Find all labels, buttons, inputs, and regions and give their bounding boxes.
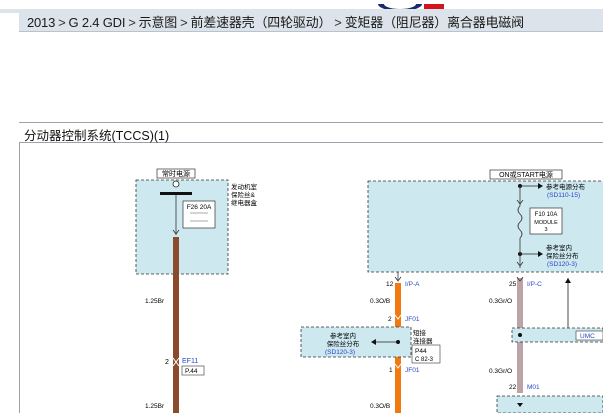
left-box-side-label-2: 保险丝& <box>231 190 256 199</box>
mid-side-label-1: 短接 <box>413 328 427 337</box>
left-box-header: 常时电源 <box>162 169 190 178</box>
right-ref2-line2: 保险丝分布 <box>546 251 579 260</box>
terminal-circle <box>172 180 180 188</box>
mid-ref-line1: 参考室内 <box>330 331 356 340</box>
right-ref1-link[interactable]: (SD110-15) <box>547 192 580 199</box>
mid-wire-label-top[interactable]: I/P-A <box>405 281 420 288</box>
left-wire-connector[interactable]: EF11 <box>182 358 198 365</box>
mid-wire-pin-low: 1 <box>389 367 393 374</box>
right-ref2-link[interactable]: (SD120-3) <box>547 261 577 268</box>
right-wire-gauge-top: 0.3Gr/O <box>489 298 512 305</box>
m01-box <box>496 395 603 413</box>
right-wire-pin-bottom: 22 <box>509 384 517 391</box>
mid-wire-pin-mid: 2 <box>388 316 392 323</box>
left-wire-gauge-bottom: 1.25Br <box>145 403 165 410</box>
right-wire-label-top[interactable]: I/P-C <box>527 281 542 288</box>
right-wire-pin-top: 25 <box>509 281 517 288</box>
wiring-diagram: 常时电源 F26 20A 发动机室 保险丝& 继电器盒 1.25Br 1.25B… <box>135 168 603 413</box>
wire-brown <box>173 237 179 413</box>
mid-code-1: P44 <box>415 348 427 355</box>
right-ref1-line1: 参考电源分布 <box>546 182 586 191</box>
right-ref2-line1: 参考室内 <box>546 243 572 252</box>
left-wire-pin: 2 <box>165 359 169 366</box>
right-box-header: ON或START电源 <box>499 170 553 179</box>
bus-bar <box>160 192 192 195</box>
mid-wire-label-low[interactable]: JF01 <box>405 367 420 374</box>
mid-wire-pin-top: 12 <box>386 281 394 288</box>
mid-side-label-2: 连接器 <box>413 336 433 345</box>
mid-wire-label-mid[interactable]: JF01 <box>405 316 420 323</box>
mid-wire-gauge-top: 0.3O/B <box>370 298 390 305</box>
fuse-f26-label: F26 20A <box>187 204 212 211</box>
right-wire-label-bottom[interactable]: M01 <box>527 384 540 391</box>
mid-wire-gauge-bottom: 0.3O/B <box>370 403 390 410</box>
fuse-f10-label-2: MODULE <box>534 220 558 226</box>
fuse-f10-label-1: F10 10A <box>535 212 558 218</box>
arrow-up-icon <box>565 278 571 283</box>
umc-label[interactable]: UMC <box>580 333 595 340</box>
fuse-f10-label-3: 3 <box>544 227 547 233</box>
mid-ref-line2: 保险丝分布 <box>327 339 360 348</box>
right-wire-gauge-bottom: 0.3Gr/O <box>489 368 512 375</box>
left-wire-connector-code: P.44 <box>185 368 198 375</box>
junction-dot <box>518 333 522 337</box>
mid-ref-link[interactable]: (SD120-3) <box>325 349 355 356</box>
left-box-side-label-3: 继电器盒 <box>231 198 258 207</box>
mid-code-2: C 82-3 <box>415 357 434 363</box>
left-box-side-label-1: 发动机室 <box>231 182 258 191</box>
left-wire-gauge-top: 1.25Br <box>145 298 165 305</box>
